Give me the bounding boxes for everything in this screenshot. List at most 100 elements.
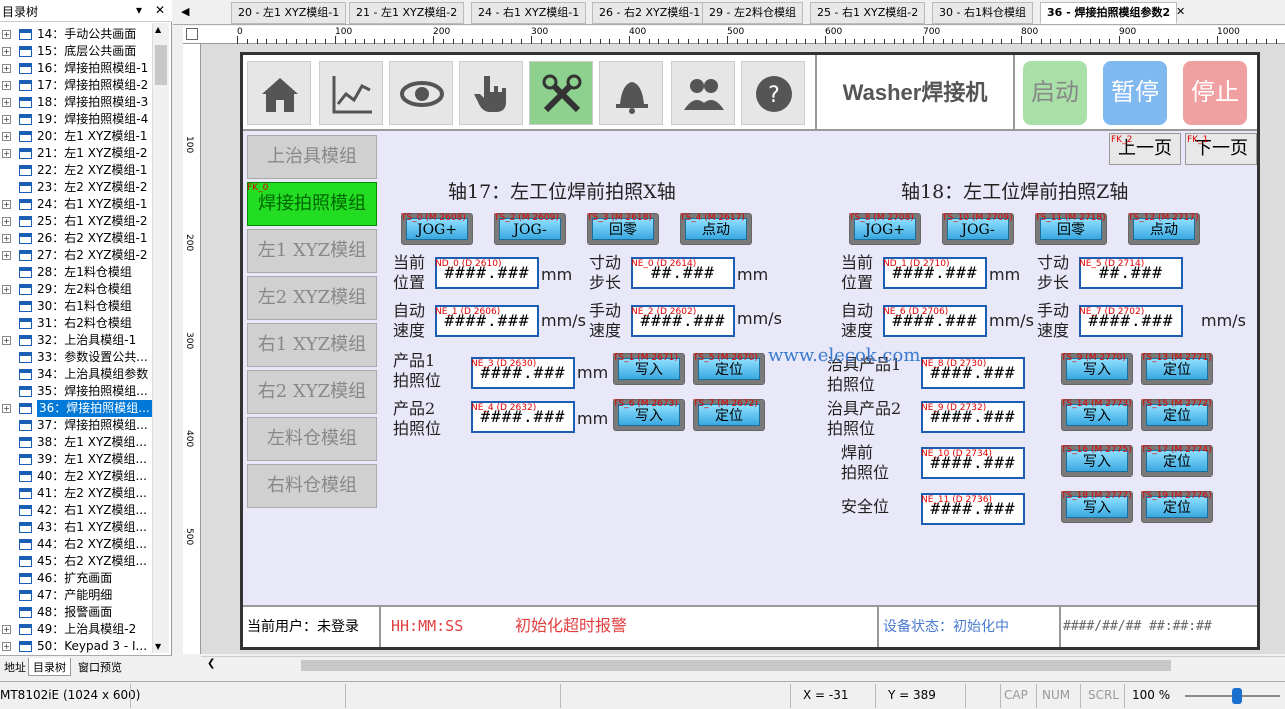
tree-item[interactable]: +27：右2 XYZ模组-2: [0, 247, 152, 264]
pin-icon[interactable]: ▾: [136, 3, 142, 17]
tree-item[interactable]: +29：左2料仓模组: [0, 281, 152, 298]
close-icon[interactable]: ✕: [155, 3, 165, 17]
nav-module-button[interactable]: 右料仓模组: [247, 464, 377, 508]
tree-item[interactable]: 43：右1 XYZ模组...: [0, 519, 152, 536]
tree-item[interactable]: +36：焊接拍照模组...: [0, 400, 152, 417]
tree-item[interactable]: 34：上治具模组参数: [0, 366, 152, 383]
tree-item[interactable]: +50：Keypad 3 - I...: [0, 638, 152, 655]
tree-item[interactable]: +32：上治具模组-1: [0, 332, 152, 349]
expand-icon[interactable]: +: [2, 98, 11, 107]
tab-tree[interactable]: 目录树: [28, 658, 71, 676]
document-tab[interactable]: 24 - 右1 XYZ模组-1: [471, 2, 587, 24]
expand-icon[interactable]: +: [2, 234, 11, 243]
document-tab[interactable]: 29 - 左2料仓模组: [702, 2, 803, 24]
document-tab[interactable]: 21 - 左1 XYZ模组-2: [349, 2, 465, 24]
tree-item[interactable]: 46：扩充画面: [0, 570, 152, 587]
horizontal-scrollbar[interactable]: ❮: [201, 656, 1285, 673]
document-tab[interactable]: 36 - 焊接拍照模组参数2: [1040, 2, 1178, 24]
expand-icon[interactable]: +: [2, 132, 11, 141]
tree-item[interactable]: +19：焊接拍照模组-4: [0, 111, 152, 128]
expand-icon[interactable]: +: [2, 200, 11, 209]
tree-item[interactable]: 31：右2料仓模组: [0, 315, 152, 332]
close-tab-icon[interactable]: ✕: [1176, 5, 1185, 18]
tab-window-preview[interactable]: 窗口预览: [74, 658, 126, 676]
expand-icon[interactable]: +: [2, 149, 11, 158]
tree-item[interactable]: 28：左1料仓模组: [0, 264, 152, 281]
tree-item[interactable]: 45：右2 XYZ模组...: [0, 553, 152, 570]
expand-icon[interactable]: +: [2, 81, 11, 90]
scroll-left-icon[interactable]: ❮: [207, 658, 215, 669]
settings-button[interactable]: [529, 61, 593, 125]
expand-icon[interactable]: +: [2, 625, 11, 634]
start-button[interactable]: 启动: [1023, 61, 1087, 125]
alarm-button[interactable]: [599, 61, 663, 125]
tree-item[interactable]: 38：左1 XYZ模组...: [0, 434, 152, 451]
document-tab[interactable]: 30 - 右1料仓模组: [932, 2, 1033, 24]
tree-item-label: 23：左2 XYZ模组-2: [37, 180, 148, 194]
tree-item[interactable]: 48：报警画面: [0, 604, 152, 621]
nav-module-button[interactable]: 左2 XYZ模组: [247, 276, 377, 320]
tree-item[interactable]: +17：焊接拍照模组-2: [0, 77, 152, 94]
nav-module-button[interactable]: 上治具模组: [247, 135, 377, 179]
window-icon: [19, 165, 32, 176]
label-line: 焊前: [841, 443, 874, 462]
tree-item[interactable]: 37：焊接拍照模组...: [0, 417, 152, 434]
expand-icon[interactable]: +: [2, 336, 11, 345]
tree-item[interactable]: +15：底层公共画面: [0, 43, 152, 60]
expand-icon[interactable]: +: [2, 115, 11, 124]
chart-button[interactable]: [319, 61, 383, 125]
tree-scrollbar[interactable]: ▲ ▼: [152, 23, 169, 653]
home-button[interactable]: [247, 61, 311, 125]
expand-icon[interactable]: +: [2, 285, 11, 294]
monitor-button[interactable]: [389, 61, 453, 125]
nav-module-button[interactable]: 左1 XYZ模组: [247, 229, 377, 273]
tab-address[interactable]: 地址: [0, 658, 30, 676]
tree-item[interactable]: +24：右1 XYZ模组-1: [0, 196, 152, 213]
tree-item[interactable]: +20：左1 XYZ模组-1: [0, 128, 152, 145]
tree-item[interactable]: +14：手动公共画面: [0, 26, 152, 43]
scroll-up-icon[interactable]: ▲: [155, 25, 161, 34]
manual-button[interactable]: [459, 61, 523, 125]
nav-module-button[interactable]: 右2 XYZ模组: [247, 370, 377, 414]
tab-scroll-left-icon[interactable]: ◀: [181, 5, 189, 18]
expand-icon[interactable]: +: [2, 404, 11, 413]
tree-item[interactable]: 22：左2 XYZ模组-1: [0, 162, 152, 179]
expand-icon[interactable]: +: [2, 47, 11, 56]
tree-item[interactable]: 33：参数设置公共...: [0, 349, 152, 366]
tree-item[interactable]: 47：产能明细: [0, 587, 152, 604]
tree-item[interactable]: 44：右2 XYZ模组...: [0, 536, 152, 553]
tree-item[interactable]: 42：右1 XYZ模组...: [0, 502, 152, 519]
zoom-slider-thumb[interactable]: [1232, 688, 1242, 704]
document-tab[interactable]: 26 - 右2 XYZ模组-1: [592, 2, 708, 24]
help-button[interactable]: ?: [741, 61, 805, 125]
h-scroll-thumb[interactable]: [301, 660, 1171, 671]
tree-item[interactable]: +18：焊接拍照模组-3: [0, 94, 152, 111]
tree-item[interactable]: 30：右1料仓模组: [0, 298, 152, 315]
scroll-thumb[interactable]: [155, 45, 167, 85]
pause-button[interactable]: 暂停: [1103, 61, 1167, 125]
document-tab[interactable]: 25 - 右1 XYZ模组-2: [810, 2, 926, 24]
expand-icon[interactable]: +: [2, 64, 11, 73]
expand-icon[interactable]: +: [2, 30, 11, 39]
nav-module-button[interactable]: 左料仓模组: [247, 417, 377, 461]
expand-icon[interactable]: +: [2, 251, 11, 260]
tree-item[interactable]: 41：左2 XYZ模组...: [0, 485, 152, 502]
address-tag: TS_2 (M 2609): [494, 213, 559, 223]
tree-item[interactable]: +16：焊接拍照模组-1: [0, 60, 152, 77]
scroll-down-icon[interactable]: ▼: [155, 642, 161, 651]
stop-button[interactable]: 停止: [1183, 61, 1247, 125]
tree-item[interactable]: 35：焊接拍照模组...: [0, 383, 152, 400]
tree-item[interactable]: +21：左1 XYZ模组-2: [0, 145, 152, 162]
tree-item[interactable]: +26：右2 XYZ模组-1: [0, 230, 152, 247]
tree-item[interactable]: +25：右1 XYZ模组-2: [0, 213, 152, 230]
document-tab[interactable]: 20 - 左1 XYZ模组-1: [231, 2, 347, 24]
expand-icon[interactable]: +: [2, 217, 11, 226]
nav-module-button[interactable]: 右1 XYZ模组: [247, 323, 377, 367]
clock-time: HH:MM:SS: [391, 617, 464, 635]
tree-item[interactable]: 23：左2 XYZ模组-2: [0, 179, 152, 196]
expand-icon[interactable]: +: [2, 642, 11, 651]
tree-item[interactable]: 39：左1 XYZ模组...: [0, 451, 152, 468]
tree-item[interactable]: +49：上治具模组-2: [0, 621, 152, 638]
users-button[interactable]: [671, 61, 735, 125]
tree-item[interactable]: 40：左2 XYZ模组...: [0, 468, 152, 485]
